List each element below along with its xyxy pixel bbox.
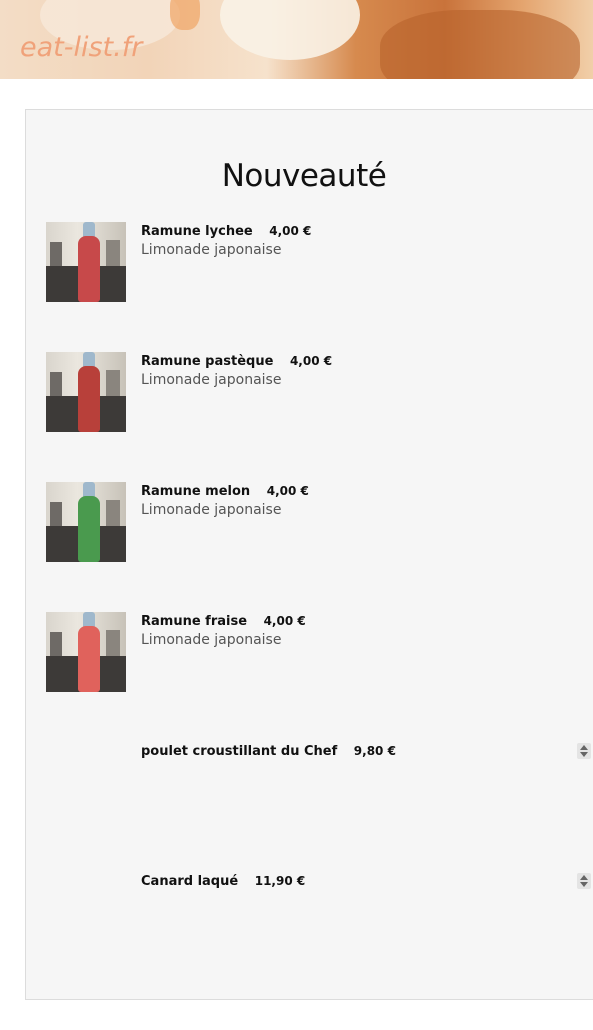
- menu-item[interactable]: Canard laqué 11,90 €: [46, 872, 591, 952]
- menu-item[interactable]: Ramune melon 4,00 € Limonade japonaise: [46, 482, 586, 562]
- section-title: Nouveauté: [221, 158, 387, 194]
- menu-item[interactable]: Ramune pastèque 4,00 € Limonade japonais…: [46, 352, 586, 432]
- header-banner: eat-list.fr: [0, 0, 593, 79]
- item-title-line: Ramune pastèque 4,00 €: [141, 354, 332, 369]
- item-name: Canard laqué: [141, 874, 239, 889]
- item-price: 4,00 €: [269, 224, 312, 238]
- item-name: Ramune lychee: [141, 224, 253, 239]
- item-name: Ramune melon: [141, 484, 251, 499]
- product-photo[interactable]: [46, 352, 126, 432]
- item-description: Limonade japonaise: [141, 632, 282, 648]
- chevron-down-icon: [580, 882, 588, 887]
- item-description: Limonade japonaise: [141, 502, 282, 518]
- bottle-image: [78, 236, 100, 302]
- bottle-image: [78, 496, 100, 562]
- item-name: Ramune pastèque: [141, 354, 274, 369]
- bottle-image: [78, 626, 100, 692]
- item-description: Limonade japonaise: [141, 372, 282, 388]
- expand-toggle[interactable]: [577, 873, 591, 889]
- item-description: Limonade japonaise: [141, 242, 282, 258]
- item-price: 9,80 €: [353, 744, 396, 758]
- menu-panel: Nouveauté Ramune lychee 4,00 € Limonade …: [25, 109, 593, 1000]
- item-title-line: poulet croustillant du Chef 9,80 €: [141, 744, 396, 759]
- chevron-down-icon: [580, 752, 588, 757]
- item-title-line: Ramune melon 4,00 €: [141, 484, 309, 499]
- menu-item[interactable]: poulet croustillant du Chef 9,80 €: [46, 742, 591, 822]
- item-price: 4,00 €: [263, 614, 306, 628]
- banner-food-image: [220, 0, 360, 60]
- item-name: poulet croustillant du Chef: [141, 744, 338, 759]
- bottle-image: [78, 366, 100, 432]
- item-title-line: Canard laqué 11,90 €: [141, 874, 305, 889]
- banner-food-image: [170, 0, 200, 30]
- item-price: 11,90 €: [254, 874, 306, 888]
- product-photo[interactable]: [46, 612, 126, 692]
- item-name: Ramune fraise: [141, 614, 248, 629]
- chevron-up-icon: [580, 875, 588, 880]
- banner-food-image: [380, 10, 580, 79]
- item-price: 4,00 €: [289, 354, 333, 368]
- menu-item[interactable]: Ramune lychee 4,00 € Limonade japonaise: [46, 222, 586, 302]
- chevron-up-icon: [580, 745, 588, 750]
- menu-item[interactable]: Ramune fraise 4,00 € Limonade japonaise: [46, 612, 586, 692]
- item-price: 4,00 €: [266, 484, 309, 498]
- item-title-line: Ramune fraise 4,00 €: [141, 614, 306, 629]
- product-photo[interactable]: [46, 222, 126, 302]
- site-logo[interactable]: eat-list.fr: [20, 32, 142, 63]
- expand-toggle[interactable]: [577, 743, 591, 759]
- product-photo[interactable]: [46, 482, 126, 562]
- item-title-line: Ramune lychee 4,00 €: [141, 224, 311, 239]
